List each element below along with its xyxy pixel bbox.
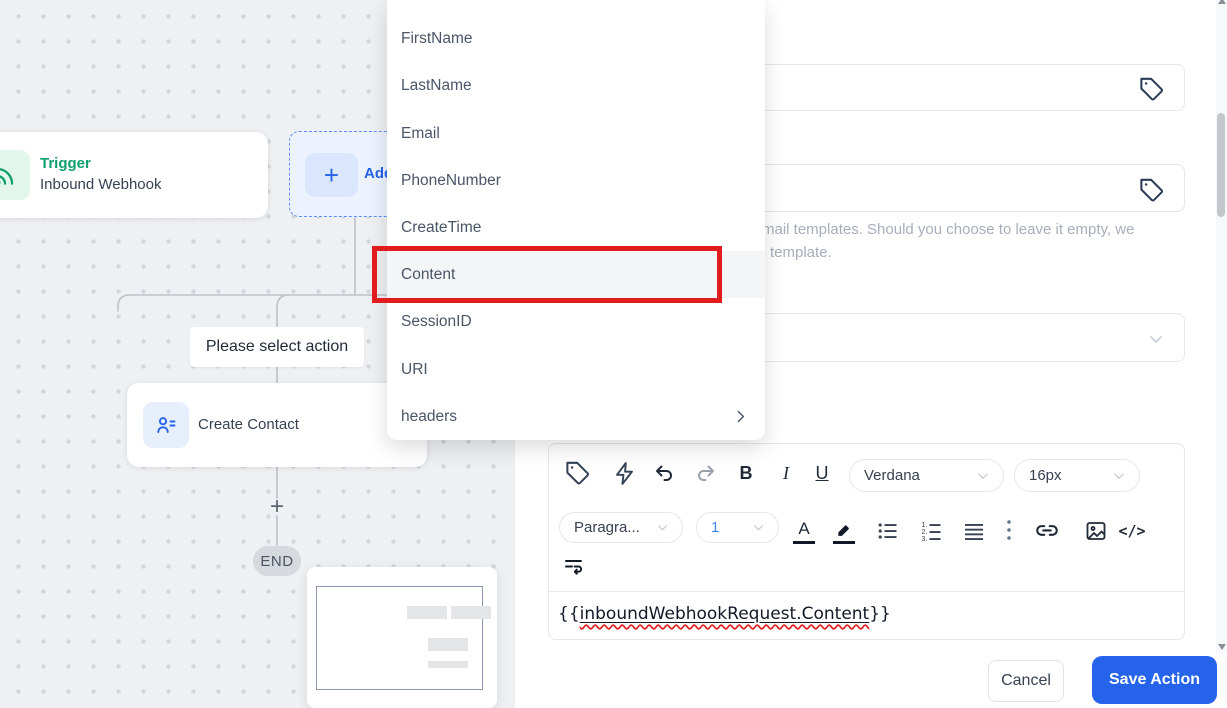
webhook-icon <box>0 150 30 200</box>
add-plus-icon: + <box>305 153 358 197</box>
font-family-select[interactable]: Verdana <box>849 459 1004 492</box>
chevron-down-icon <box>1150 336 1162 343</box>
scrollbar-thumb[interactable] <box>1217 113 1225 217</box>
merge-open: {{ <box>558 604 580 624</box>
preview-bar <box>451 606 491 619</box>
preview-card <box>307 567 497 708</box>
underline-button[interactable]: U <box>809 459 835 487</box>
preview-bar <box>428 661 468 668</box>
svg-text:2.: 2. <box>922 529 928 536</box>
editor-content[interactable]: {{inboundWebhookRequest.Content}} <box>558 604 891 624</box>
tag-icon[interactable] <box>1138 76 1165 103</box>
chevron-down-icon <box>754 525 763 531</box>
font-size-select[interactable]: 16px <box>1014 459 1140 492</box>
image-icon[interactable] <box>1083 518 1109 544</box>
preview-bar <box>407 606 447 619</box>
trigger-title: Trigger <box>40 155 91 172</box>
insert-step-plus[interactable]: + <box>262 493 292 520</box>
merge-close: }} <box>869 604 891 624</box>
dropdown-item-email[interactable]: Email <box>387 110 765 157</box>
line-height-select[interactable]: 1 <box>696 512 779 543</box>
helper-text-line1: mail templates. Should you choose to lea… <box>762 221 1135 238</box>
workflow-builder-screen: Trigger Inbound Webhook + Add Please sel… <box>0 0 1227 708</box>
code-icon[interactable]: </> <box>1116 518 1148 544</box>
toolbar-divider <box>549 591 1184 592</box>
select-action-label: Please select action <box>190 327 364 367</box>
dropdown-item-headers[interactable]: headers <box>387 393 765 440</box>
align-justify-icon[interactable] <box>961 518 987 544</box>
paragraph-style-select[interactable]: Paragra... <box>559 512 683 543</box>
tag-icon[interactable] <box>1138 177 1165 204</box>
bold-button[interactable]: B <box>733 459 759 487</box>
highlight-color-bar <box>833 541 855 544</box>
dropdown-item-uri[interactable]: URI <box>387 346 765 393</box>
trigger-subtitle: Inbound Webhook <box>40 176 162 193</box>
svg-text:1.: 1. <box>922 522 928 529</box>
svg-text:3.: 3. <box>922 536 928 543</box>
more-options-icon[interactable] <box>1001 516 1017 546</box>
lightning-icon[interactable] <box>609 458 639 488</box>
dropdown-item-firstname[interactable]: FirstName <box>387 15 765 62</box>
helper-text-line2: template. <box>770 244 832 261</box>
chevron-down-icon <box>978 473 988 479</box>
rich-text-editor: B I U Verdana 16px Paragra... 1 A 1. 2. … <box>548 443 1185 640</box>
preview-bar <box>428 638 468 651</box>
highlight-button[interactable] <box>832 514 858 544</box>
wrap-text-icon[interactable] <box>560 553 588 579</box>
scrollbar-up-arrow[interactable] <box>1217 0 1226 4</box>
chevron-down-icon <box>658 525 667 531</box>
chevron-right-icon <box>737 410 745 423</box>
dropdown-item-phonenumber[interactable]: PhoneNumber <box>387 157 765 204</box>
trigger-node[interactable]: Trigger Inbound Webhook <box>0 132 268 218</box>
dropdown-item-lastname[interactable]: LastName <box>387 62 765 109</box>
panel-scrollbar[interactable] <box>1216 0 1227 654</box>
dropdown-item-sessionid[interactable]: SessionID <box>387 298 765 345</box>
text-color-button[interactable]: A <box>792 514 816 544</box>
save-action-button[interactable]: Save Action <box>1092 656 1217 704</box>
create-contact-label: Create Contact <box>198 416 299 433</box>
numbered-list-icon[interactable]: 1. 2. 3. <box>919 518 945 544</box>
text-color-bar <box>793 541 815 544</box>
undo-icon[interactable] <box>652 461 678 487</box>
annotation-red-box <box>372 246 722 303</box>
redo-icon[interactable] <box>692 461 718 487</box>
create-contact-node[interactable]: Create Contact <box>127 383 427 467</box>
scrollbar-down-arrow[interactable] <box>1217 644 1226 650</box>
contact-icon <box>143 402 189 448</box>
dropdown-item-createtime[interactable]: CreateTime <box>387 204 765 251</box>
link-icon[interactable] <box>1033 518 1061 544</box>
italic-button[interactable]: I <box>773 459 799 487</box>
webhook-fields-dropdown: FirstName LastName Email PhoneNumber Cre… <box>387 0 765 440</box>
merge-variable: inboundWebhookRequest.Content <box>579 604 870 624</box>
bullet-list-icon[interactable] <box>875 518 901 544</box>
cancel-button[interactable]: Cancel <box>988 660 1064 702</box>
merge-tag-icon[interactable] <box>562 458 592 488</box>
end-badge: END <box>253 546 301 576</box>
chevron-down-icon <box>1114 473 1124 479</box>
